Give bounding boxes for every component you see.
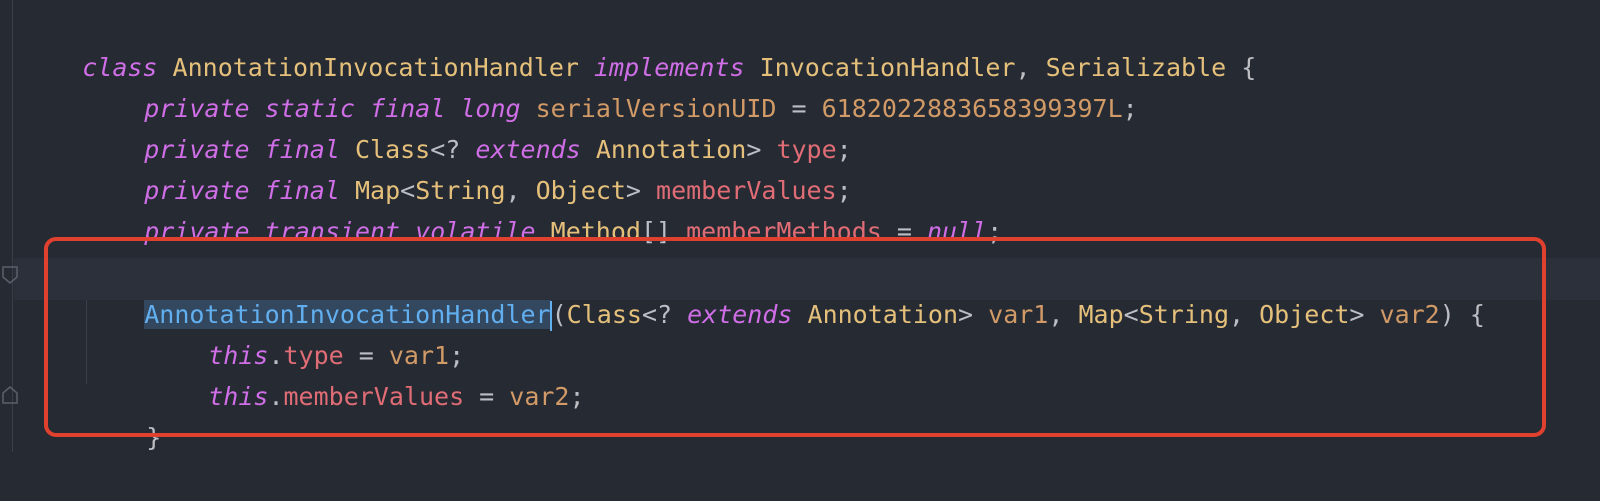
- code-line-member-values-field[interactable]: private final Map<String, Object> member…: [84, 128, 852, 205]
- punctuation-semicolon: ;: [1122, 94, 1138, 123]
- code-line-type-field[interactable]: private final Class<? extends Annotation…: [84, 87, 852, 164]
- code-line-class-declaration[interactable]: class AnnotationInvocationHandler implem…: [22, 5, 1256, 82]
- number-literal: 6182022883658399397L: [821, 94, 1123, 123]
- code-line-serial-version-uid[interactable]: private static final long serialVersionU…: [84, 46, 1137, 123]
- punctuation-brace: {: [1226, 53, 1257, 82]
- code-line-member-methods-field[interactable]: private transient volatile Method[] memb…: [84, 169, 1002, 246]
- highlight-annotation-box: [44, 237, 1546, 437]
- code-editor[interactable]: class AnnotationInvocationHandler implem…: [0, 0, 1600, 452]
- fold-start-icon[interactable]: [2, 266, 18, 284]
- fold-end-icon[interactable]: [2, 386, 18, 404]
- gutter-divider: [12, 0, 13, 452]
